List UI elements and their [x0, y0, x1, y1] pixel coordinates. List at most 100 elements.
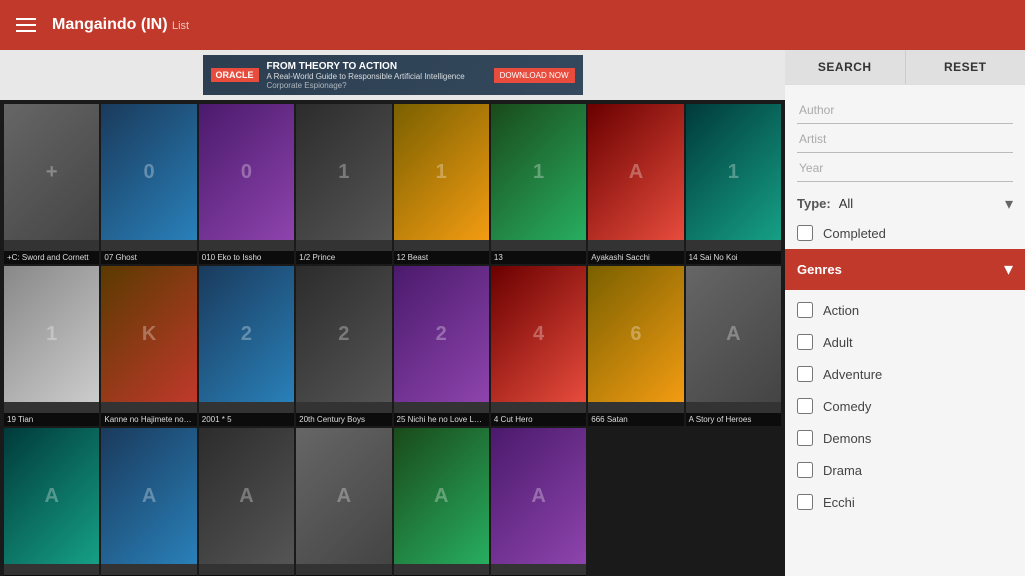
manga-card[interactable]: 2 20th Century Boys	[296, 266, 391, 426]
manga-cover: 6	[588, 266, 683, 402]
type-label: Type:	[797, 196, 831, 211]
genre-name: Demons	[823, 431, 871, 446]
genre-name: Action	[823, 303, 859, 318]
genre-item[interactable]: Ecchi	[785, 486, 1025, 518]
genre-name: Adventure	[823, 367, 882, 382]
reset-button[interactable]: RESET	[906, 50, 1025, 84]
completed-label: Completed	[823, 226, 886, 241]
genre-checkbox-action[interactable]	[797, 302, 813, 318]
author-input[interactable]	[797, 97, 1013, 124]
manga-cover: 0	[101, 104, 196, 240]
manga-cover: 1	[394, 104, 489, 240]
ad-text: FROM THEORY TO ACTION A Real-World Guide…	[267, 61, 486, 90]
manga-title: 25 Nichi he no Love Letter	[394, 413, 489, 426]
manga-title: Ayakashi Sacchi	[588, 251, 683, 264]
genre-item[interactable]: Demons	[785, 422, 1025, 454]
manga-title: 20th Century Boys	[296, 413, 391, 426]
manga-title: +C: Sword and Cornett	[4, 251, 99, 264]
manga-card[interactable]: K Kanne no Hajimete no Koi	[101, 266, 196, 426]
manga-cover: K	[101, 266, 196, 402]
manga-title: 13	[491, 251, 586, 264]
manga-card[interactable]: AAbility	[296, 428, 391, 576]
manga-card[interactable]: + +C: Sword and Cornett	[4, 104, 99, 264]
filter-inputs	[785, 85, 1025, 190]
main-layout: ORACLE FROM THEORY TO ACTION A Real-Worl…	[0, 50, 1025, 576]
manga-card[interactable]: 1 14 Sai No Koi	[686, 104, 781, 264]
manga-grid: + +C: Sword and Cornett0 07 Ghost0010 Eko …	[0, 100, 785, 576]
right-panel: SEARCH RESET Type: All Manga Manhwa Manh…	[785, 50, 1025, 576]
app-title: Mangaindo (IN) List	[52, 16, 189, 34]
manga-card[interactable]: 1 13	[491, 104, 586, 264]
genre-item[interactable]: Comedy	[785, 390, 1025, 422]
genre-item[interactable]: Drama	[785, 454, 1025, 486]
manga-cover: +	[4, 104, 99, 240]
search-button[interactable]: SEARCH	[785, 50, 906, 84]
manga-cover: 1	[4, 266, 99, 402]
manga-card[interactable]: AA Story of Heroes	[686, 266, 781, 426]
manga-cover: 4	[491, 266, 586, 402]
type-row: Type: All Manga Manhwa Manhua ▾	[785, 190, 1025, 217]
manga-title: 666 Satan	[588, 413, 683, 426]
genre-checkbox-adventure[interactable]	[797, 366, 813, 382]
genre-item[interactable]: Adult	[785, 326, 1025, 358]
genre-item[interactable]: Action	[785, 294, 1025, 326]
manga-title: 1/2 Prince	[296, 251, 391, 264]
manga-card[interactable]: 6 666 Satan	[588, 266, 683, 426]
content-area: ORACLE FROM THEORY TO ACTION A Real-Worl…	[0, 50, 785, 576]
type-select-wrapper: All Manga Manhwa Manhua ▾	[839, 196, 1013, 211]
manga-card[interactable]: AAbove the Cloud S...	[491, 428, 586, 576]
ad-logo: ORACLE	[211, 68, 259, 82]
manga-cover: A	[296, 428, 391, 564]
panel-toolbar: SEARCH RESET	[785, 50, 1025, 85]
manga-card[interactable]: AAbide in the Wind	[199, 428, 294, 576]
manga-cover: 1	[686, 104, 781, 240]
manga-card[interactable]: 22001 * 5	[199, 266, 294, 426]
genre-list: Action Adult Adventure Comedy Demons Drama Ecc…	[785, 290, 1025, 522]
genre-checkbox-adult[interactable]	[797, 334, 813, 350]
ad-download-button[interactable]: DOWNLOAD NOW	[494, 68, 575, 83]
manga-title: 14 Sai No Koi	[686, 251, 781, 264]
manga-card[interactable]: 1 19 Tian	[4, 266, 99, 426]
manga-card[interactable]: 44 Cut Hero	[491, 266, 586, 426]
genre-item[interactable]: Adventure	[785, 358, 1025, 390]
manga-card[interactable]: 112 Beast	[394, 104, 489, 264]
manga-card[interactable]: 225 Nichi he no Love Letter	[394, 266, 489, 426]
genre-name: Comedy	[823, 399, 871, 414]
genres-label: Genres	[797, 262, 842, 277]
genre-name: Ecchi	[823, 495, 855, 510]
manga-title: 010 Eko to Issho	[199, 251, 294, 264]
genre-name: Adult	[823, 335, 853, 350]
ad-banner: ORACLE FROM THEORY TO ACTION A Real-Worl…	[0, 50, 785, 100]
manga-cover: 2	[296, 266, 391, 402]
genre-checkbox-comedy[interactable]	[797, 398, 813, 414]
manga-card[interactable]: AAKB48 Satsujin Jiken	[4, 428, 99, 576]
genre-checkbox-ecchi[interactable]	[797, 494, 813, 510]
manga-title: 2001 * 5	[199, 413, 294, 426]
genre-checkbox-demons[interactable]	[797, 430, 813, 446]
genre-name: Drama	[823, 463, 862, 478]
manga-title: Kanne no Hajimete no Koi	[101, 413, 196, 426]
manga-cover: A	[101, 428, 196, 564]
year-input[interactable]	[797, 155, 1013, 182]
type-chevron-icon: ▾	[1005, 194, 1013, 214]
manga-title: 19 Tian	[4, 413, 99, 426]
manga-card[interactable]: AAKB49	[101, 428, 196, 576]
menu-button[interactable]	[16, 18, 36, 32]
genre-checkbox-drama[interactable]	[797, 462, 813, 478]
app-header: Mangaindo (IN) List	[0, 0, 1025, 50]
ad-content: ORACLE FROM THEORY TO ACTION A Real-Worl…	[203, 55, 583, 95]
manga-title: 07 Ghost	[101, 251, 196, 264]
manga-card[interactable]: AAbnormal Kei Joshi	[394, 428, 489, 576]
artist-input[interactable]	[797, 126, 1013, 153]
manga-cover: 1	[491, 104, 586, 240]
genres-header[interactable]: Genres ▾	[785, 249, 1025, 290]
manga-card[interactable]: A Ayakashi Sacchi	[588, 104, 683, 264]
completed-checkbox[interactable]	[797, 225, 813, 241]
manga-card[interactable]: 1 1/2 Prince	[296, 104, 391, 264]
manga-title: A Story of Heroes	[686, 413, 781, 426]
type-select[interactable]: All Manga Manhwa Manhua	[839, 196, 909, 211]
manga-cover: A	[588, 104, 683, 240]
manga-cover: 1	[296, 104, 391, 240]
manga-card[interactable]: 0010 Eko to Issho	[199, 104, 294, 264]
manga-card[interactable]: 0 07 Ghost	[101, 104, 196, 264]
